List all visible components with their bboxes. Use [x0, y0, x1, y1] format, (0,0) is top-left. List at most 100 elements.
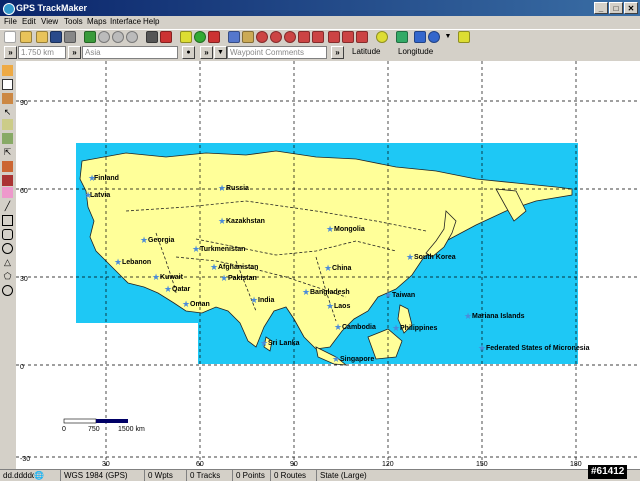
country-label: Bangladesh — [310, 289, 350, 296]
lat-label: 90 — [20, 100, 28, 107]
map-view[interactable]: 90 60 30 0 -30 30 60 90 120 150 180 Finl… — [16, 61, 640, 469]
rectangle-tool-icon[interactable] — [2, 215, 13, 226]
svg-text:750: 750 — [88, 426, 100, 433]
route-count: 0 Routes — [270, 470, 316, 481]
circle-tool-icon[interactable] — [2, 285, 13, 296]
country-label: Mariana Islands — [472, 313, 525, 320]
menu-tools[interactable]: Tools — [64, 17, 83, 26]
search-route-icon[interactable] — [284, 31, 296, 43]
open-file-icon[interactable] — [20, 31, 32, 43]
country-label: Cambodia — [342, 324, 376, 331]
svg-text:★: ★ — [324, 264, 332, 274]
sea-area-west — [76, 301, 180, 323]
pentagon-tool-icon[interactable]: ⬠ — [2, 271, 13, 282]
scale-field[interactable]: 1.750 km — [18, 46, 66, 59]
menu-maps[interactable]: Maps — [87, 17, 107, 26]
close-button[interactable]: ✕ — [624, 2, 638, 14]
node-tool-icon[interactable]: ⇱ — [2, 147, 13, 158]
pointer-tool-icon[interactable]: ↖ — [2, 107, 13, 118]
svg-text:★: ★ — [192, 245, 200, 255]
search-track-icon[interactable] — [270, 31, 282, 43]
rounded-rectangle-tool-icon[interactable] — [2, 229, 13, 240]
menu-help[interactable]: Help — [143, 17, 159, 26]
book-icon[interactable] — [396, 31, 408, 43]
menu-view[interactable]: View — [41, 17, 58, 26]
fill-tool-icon[interactable] — [2, 175, 13, 186]
svg-text:★: ★ — [140, 236, 148, 246]
svg-text:★: ★ — [114, 258, 122, 268]
svg-text:★: ★ — [152, 273, 160, 283]
menu-edit[interactable]: Edit — [22, 17, 36, 26]
waypoint-arrow-button[interactable]: » — [200, 46, 213, 59]
zoom-out-icon[interactable] — [126, 31, 138, 43]
gps-waypoint-icon[interactable] — [328, 31, 340, 43]
navigation-icon[interactable] — [428, 31, 440, 43]
country-label: Mongolia — [334, 226, 365, 233]
green-circle-icon[interactable] — [194, 31, 206, 43]
line-tool-icon[interactable]: ╱ — [2, 201, 13, 212]
lon-label: 30 — [102, 461, 110, 468]
waypoint-icon[interactable] — [208, 31, 220, 43]
save-icon[interactable] — [50, 31, 62, 43]
chevron-down-icon[interactable]: ▼ — [442, 31, 454, 43]
grid-icon[interactable] — [180, 31, 192, 43]
info-toolbar: » 1.750 km » Asia ● » ▼ Waypoint Comment… — [0, 45, 640, 61]
track-icon[interactable] — [228, 31, 240, 43]
hand-tool-icon[interactable] — [2, 93, 13, 104]
pencil-tool-icon[interactable] — [2, 65, 13, 76]
edit-tool-icon[interactable] — [2, 119, 13, 130]
svg-text:★: ★ — [334, 323, 342, 333]
maximize-button[interactable]: □ — [609, 2, 623, 14]
country-label: Finland — [94, 175, 119, 182]
print-icon[interactable] — [64, 31, 76, 43]
map-canvas[interactable]: 90 60 30 0 -30 30 60 90 120 150 180 Finl… — [16, 61, 640, 469]
triangle-tool-icon[interactable]: △ — [2, 257, 13, 268]
ellipse-tool-icon[interactable] — [2, 243, 13, 254]
select-tool-icon[interactable] — [2, 79, 13, 90]
watermark: #61412 — [588, 465, 628, 479]
brush-tool-icon[interactable] — [2, 161, 13, 172]
country-label: Georgia — [148, 237, 175, 244]
lon-label: 60 — [196, 461, 204, 468]
record-button[interactable]: ● — [182, 46, 195, 59]
menu-interface[interactable]: Interface — [110, 17, 141, 26]
region-arrow-button[interactable]: » — [68, 46, 81, 59]
lat-label: -30 — [20, 456, 30, 463]
point-count: 0 Points — [232, 470, 270, 481]
open-folder-icon[interactable] — [36, 31, 48, 43]
color-palette-icon[interactable] — [160, 31, 172, 43]
help-icon[interactable] — [458, 31, 470, 43]
region-field[interactable]: Asia — [82, 46, 178, 59]
svg-text:★: ★ — [218, 217, 226, 227]
minimize-button[interactable]: _ — [594, 2, 608, 14]
eraser-tool-icon[interactable] — [2, 187, 13, 198]
zoom-in-icon[interactable] — [98, 31, 110, 43]
waypoint-dropdown-button[interactable]: ▼ — [214, 46, 227, 59]
menu-file[interactable]: File — [4, 17, 17, 26]
gps-routes-icon[interactable] — [356, 31, 368, 43]
globe-icon[interactable] — [84, 31, 96, 43]
waypoint-comments-input[interactable]: Waypoint Comments — [227, 46, 327, 59]
satellite-icon[interactable] — [414, 31, 426, 43]
map-state: State (Large) — [316, 470, 386, 481]
new-file-icon[interactable] — [4, 31, 16, 43]
gps-tracks-icon[interactable] — [342, 31, 354, 43]
gps-receive-icon[interactable] — [298, 31, 310, 43]
binoculars-icon[interactable] — [146, 31, 158, 43]
svg-text:★: ★ — [84, 191, 92, 201]
svg-text:★: ★ — [220, 274, 228, 284]
search-waypoint-icon[interactable] — [256, 31, 268, 43]
window-title: GPS TrackMaker — [16, 3, 88, 13]
lon-label: 120 — [382, 461, 394, 468]
coords-arrow-button[interactable]: » — [331, 46, 344, 59]
layer-tool-icon[interactable] — [2, 133, 13, 144]
gps-send-icon[interactable] — [312, 31, 324, 43]
sun-icon[interactable] — [376, 31, 388, 43]
country-label: Kuwait — [160, 274, 184, 281]
scale-arrow-button[interactable]: » — [4, 46, 17, 59]
route-icon[interactable] — [242, 31, 254, 43]
country-label: Russia — [226, 185, 249, 192]
zoom-icon[interactable] — [112, 31, 124, 43]
country-label: Sri Lanka — [268, 340, 300, 347]
main-toolbar: ▼ — [0, 29, 640, 46]
